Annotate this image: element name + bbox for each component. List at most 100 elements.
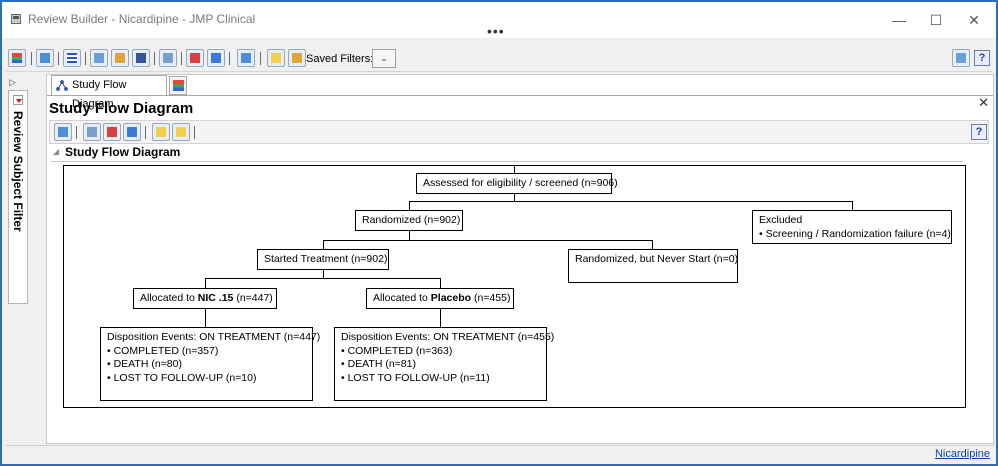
open-folder-icon[interactable] (111, 49, 129, 67)
study-flow-diagram: Assessed for eligibility / screened (n=9… (63, 165, 966, 408)
status-bar: Nicardipine (6, 445, 994, 463)
alloc-nic-count: (n=447) (233, 292, 273, 304)
connector-line (205, 308, 206, 328)
minimize-button[interactable]: — (885, 10, 913, 30)
alloc-placebo-prefix: Allocated to (373, 292, 431, 304)
study-link[interactable]: Nicardipine (935, 448, 990, 460)
disposition-item: • DEATH (n=81) (341, 358, 416, 370)
app-window: Review Builder - Nicardipine - JMP Clini… (0, 0, 998, 466)
connector-line (323, 240, 653, 241)
toolbar-separator (181, 52, 182, 65)
app-icon (11, 14, 21, 24)
toolbar-separator (76, 126, 77, 139)
disclosure-icon[interactable] (53, 149, 59, 155)
toolbar-separator (154, 52, 155, 65)
node-disposition-nic[interactable]: Disposition Events: ON TREATMENT (n=447)… (100, 327, 321, 401)
disposition-title: Disposition Events: ON TREATMENT (n=447) (107, 331, 321, 343)
node-allocated-placebo[interactable]: Allocated to Placebo (n=455) (366, 288, 514, 309)
title-bar: Review Builder - Nicardipine - JMP Clini… (2, 2, 996, 38)
chart-icon (173, 80, 184, 91)
connector-line (440, 308, 441, 328)
toolbar-separator (58, 52, 59, 65)
close-button[interactable]: ✕ (960, 10, 988, 30)
report-toolbar: ? (49, 120, 989, 144)
connector-line (205, 278, 206, 288)
alloc-placebo-count: (n=455) (471, 292, 511, 304)
disposition-item: • COMPLETED (n=357) (107, 344, 219, 357)
disposition-item: • DEATH (n=80) (107, 358, 182, 370)
connector-line (323, 269, 324, 278)
toolbar-separator (194, 126, 195, 139)
new-document-icon[interactable] (90, 49, 108, 67)
tab-study-flow-diagram[interactable]: Study Flow Diagram (51, 75, 167, 110)
node-allocated-nic[interactable]: Allocated to NIC .15 (n=447) (133, 288, 277, 309)
tab-chart[interactable] (169, 76, 187, 95)
notes-icon[interactable] (952, 49, 970, 67)
connector-line (323, 240, 324, 249)
data-table-icon[interactable] (103, 123, 121, 141)
node-excluded[interactable]: Excluded • Screening / Randomization fai… (752, 210, 952, 244)
connector-line (652, 240, 653, 249)
node-randomized[interactable]: Randomized (n=902) (355, 210, 463, 231)
connector-line (852, 201, 853, 210)
disposition-item: • LOST TO FOLLOW-UP (n=10) (107, 371, 257, 384)
page-title: Study Flow Diagram (49, 100, 194, 117)
toolbar-separator (229, 52, 230, 65)
connector-line (205, 278, 441, 279)
comments-icon[interactable] (172, 123, 190, 141)
main-toolbar: Saved Filters: ⌄ ? (6, 46, 992, 72)
excluded-item: • Screening / Randomization failure (n=4… (759, 227, 951, 240)
data-table-icon[interactable] (186, 49, 204, 67)
expand-panel-icon[interactable]: ▷ (9, 77, 16, 88)
close-report-icon[interactable]: ✕ (978, 95, 989, 111)
subject-icon[interactable] (207, 49, 225, 67)
subject-icon[interactable] (123, 123, 141, 141)
connector-line (514, 166, 515, 173)
connector-line (409, 201, 410, 210)
alloc-nic-prefix: Allocated to (140, 292, 198, 304)
node-screened[interactable]: Assessed for eligibility / screened (n=9… (416, 173, 618, 194)
help-button[interactable]: ? (974, 50, 990, 66)
node-never-start[interactable]: Randomized, but Never Start (n=0) (568, 249, 738, 283)
disposition-item: • LOST TO FOLLOW-UP (n=11) (341, 371, 490, 384)
alloc-placebo-arm: Placebo (430, 292, 472, 304)
disposition-title: Disposition Events: ON TREATMENT (n=455) (341, 331, 555, 343)
maximize-button[interactable]: ☐ (922, 10, 950, 30)
person-icon[interactable] (237, 49, 255, 67)
person-icon[interactable] (54, 123, 72, 141)
connector-line (409, 230, 410, 240)
save-icon[interactable] (132, 49, 150, 67)
review-subject-filter-panel: ▷ Review Subject Filter (6, 74, 28, 444)
report-help-button[interactable]: ? (971, 124, 987, 140)
chart-icon[interactable] (8, 49, 26, 67)
alloc-nic-arm: NIC .15 (197, 292, 234, 304)
saved-filter-icon[interactable] (288, 49, 306, 67)
toolbar-separator (85, 52, 86, 65)
document-icon[interactable] (83, 123, 101, 141)
toolbar-separator (260, 52, 261, 65)
toolbar-separator (145, 126, 146, 139)
dropdown-menu-icon[interactable] (13, 95, 23, 105)
saved-filters-dropdown[interactable]: ⌄ (372, 49, 396, 68)
comment-icon[interactable] (152, 123, 170, 141)
saved-filters-label: Saved Filters: (306, 53, 374, 65)
window-title: Review Builder - Nicardipine - JMP Clini… (28, 12, 256, 26)
connector-line (440, 278, 441, 288)
report-area: Study Flow Diagram ✕ Study Flow Diagram … (46, 74, 994, 444)
toolbar-separator (31, 52, 32, 65)
review-subject-filter-tab[interactable]: Review Subject Filter (8, 90, 28, 304)
more-options-icon[interactable]: ••• (487, 24, 505, 38)
review-subject-filter-label: Review Subject Filter (11, 111, 25, 232)
node-started-treatment[interactable]: Started Treatment (n=902) (257, 249, 389, 270)
report-icon[interactable] (36, 49, 54, 67)
connector-line (514, 194, 515, 201)
flow-diagram-icon (56, 80, 68, 91)
filter-icon[interactable] (267, 49, 285, 67)
list-icon[interactable] (63, 49, 81, 67)
excluded-title: Excluded (759, 214, 803, 226)
node-disposition-placebo[interactable]: Disposition Events: ON TREATMENT (n=455)… (334, 327, 555, 401)
outline-header[interactable]: Study Flow Diagram (51, 144, 963, 162)
tab-divider (47, 95, 993, 96)
export-icon[interactable] (159, 49, 177, 67)
connector-line (409, 201, 853, 202)
